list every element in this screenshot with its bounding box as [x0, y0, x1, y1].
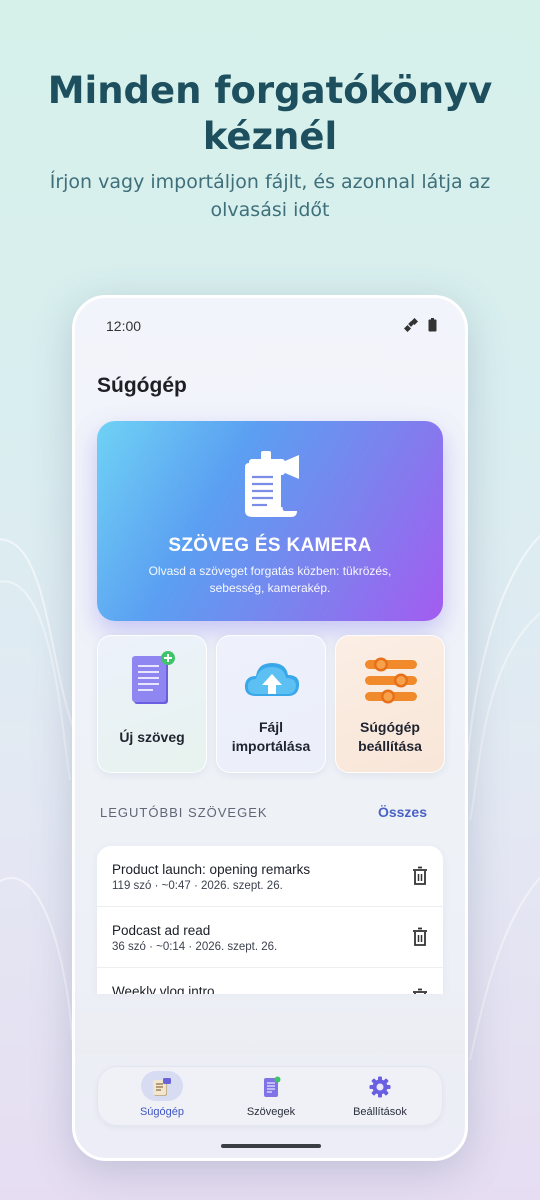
hero-card-script-camera[interactable]: SZÖVEG ÉS KAMERA Olvasd a szöveget forga…: [97, 421, 443, 621]
list-fade-overlay: [75, 994, 465, 1054]
cloud-upload-icon: [244, 663, 300, 696]
nav-settings[interactable]: Beállítások: [330, 1073, 430, 1123]
nav-teleprompter-label: Súgógép: [139, 1106, 185, 1118]
prompter-settings-label: Súgógép beállítása: [358, 719, 422, 754]
phone-mockup: 12:00 Súgógép SZÖVEG ÉS KAMERA Olvasd a …: [72, 295, 468, 1161]
script-title: Product launch: opening remarks: [112, 862, 311, 877]
teleprompter-icon: [153, 1078, 171, 1096]
script-title: Podcast ad read: [112, 923, 211, 938]
marketing-subheadline: Írjon vagy importáljon fájlt, és azonnal…: [49, 171, 491, 221]
hero-description: Olvasd a szöveget forgatás közben: tükrö…: [148, 564, 392, 595]
teleprompter-camera-icon: [245, 451, 299, 517]
script-meta: 36 szó · ~0:14 · 2026. szept. 26.: [112, 941, 278, 953]
trash-icon[interactable]: [411, 866, 429, 886]
list-item[interactable]: Weekly vlog intro: [97, 968, 443, 994]
nav-teleprompter[interactable]: Súgógép: [112, 1071, 212, 1123]
new-document-icon: [132, 651, 175, 704]
documents-icon: [264, 1076, 281, 1097]
nav-settings-label: Beállítások: [353, 1106, 407, 1118]
nav-scripts-label: Szövegek: [246, 1106, 296, 1118]
prompter-settings-tile[interactable]: Súgógép beállítása: [335, 635, 445, 773]
list-item[interactable]: Product launch: opening remarks 119 szó …: [97, 846, 443, 907]
hero-title: SZÖVEG ÉS KAMERA: [168, 535, 372, 556]
new-script-label: Új szöveg: [119, 729, 185, 745]
status-time: 12:00: [106, 318, 142, 334]
script-meta: 119 szó · ~0:47 · 2026. szept. 26.: [112, 880, 283, 892]
list-item[interactable]: Podcast ad read 36 szó · ~0:14 · 2026. s…: [97, 907, 443, 968]
sliders-icon: [365, 657, 417, 704]
home-indicator: [221, 1144, 321, 1148]
app-title: Súgógép: [97, 374, 187, 397]
battery-icon: [428, 318, 437, 332]
satellite-icon: [404, 318, 418, 332]
bottom-navigation: Súgógép Szövegek Beállítások: [97, 1066, 443, 1126]
new-script-tile[interactable]: Új szöveg: [97, 635, 207, 773]
trash-icon[interactable]: [411, 927, 429, 947]
gear-icon: [369, 1076, 391, 1098]
status-icons: [404, 318, 437, 332]
recent-scripts-list: Product launch: opening remarks 119 szó …: [97, 846, 443, 994]
recent-scripts-heading: LEGUTÓBBI SZÖVEGEK: [100, 805, 268, 820]
nav-scripts[interactable]: Szövegek: [221, 1073, 321, 1123]
import-file-tile[interactable]: Fájl importálása: [216, 635, 326, 773]
script-title: Weekly vlog intro: [112, 984, 215, 994]
see-all-link[interactable]: Összes: [378, 804, 427, 820]
import-file-label: Fájl importálása: [231, 719, 311, 754]
marketing-headline: Minden forgatókönyv kéznél: [47, 69, 493, 158]
